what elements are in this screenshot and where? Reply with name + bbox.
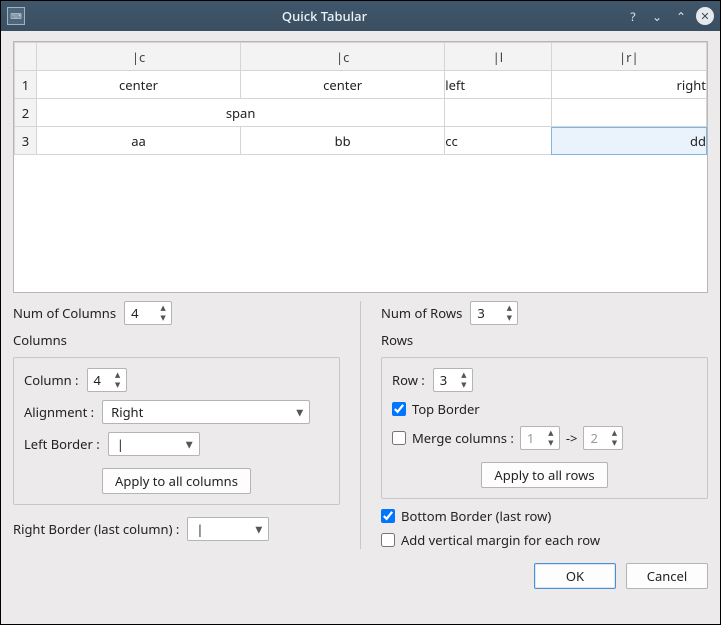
spin-down-icon[interactable]: ▼ [112, 380, 124, 390]
left-border-combo[interactable]: | ▼ [108, 432, 200, 456]
chevron-down-icon: ▼ [255, 523, 262, 536]
dialog-window: ⌨ Quick Tabular ? ⌄ ⌃ ✕ |c |c |l [0, 0, 721, 625]
spin-down-icon[interactable]: ▼ [157, 313, 169, 323]
spin-up-icon[interactable]: ▲ [608, 428, 620, 438]
top-border-check-input[interactable] [392, 402, 406, 416]
vertical-separator [360, 301, 361, 549]
table-row: 1centercenterleftright [15, 71, 707, 99]
dialog-footer: OK Cancel [13, 557, 708, 589]
spin-down-icon[interactable]: ▼ [545, 438, 557, 448]
table-cell[interactable] [445, 99, 551, 127]
window-buttons: ? ⌄ ⌃ ✕ [624, 7, 714, 25]
table-cell[interactable]: center [37, 71, 241, 99]
chevron-down-icon: ▼ [296, 406, 303, 419]
rows-group-title: Rows [381, 331, 708, 349]
apply-all-columns-button[interactable]: Apply to all columns [102, 468, 251, 494]
cancel-button[interactable]: Cancel [626, 563, 708, 589]
table-row: 3aabbccdd [15, 127, 707, 155]
table-cell[interactable]: bb [241, 127, 445, 155]
merge-arrow-label: -> [566, 429, 578, 447]
column-index-spinbox[interactable]: 4 ▲▼ [87, 368, 127, 392]
row-index-spinbox[interactable]: 3 ▲▼ [433, 368, 473, 392]
spin-up-icon[interactable]: ▲ [458, 370, 470, 380]
rows-groupbox: Row : 3 ▲▼ Top Border Merge columns : [381, 357, 708, 499]
corner-header[interactable] [15, 43, 37, 71]
columns-groupbox: Column : 4 ▲▼ Alignment : Right ▼ [13, 357, 340, 505]
spin-up-icon[interactable]: ▲ [157, 303, 169, 313]
row-index-label: Row : [392, 371, 425, 389]
table-cell[interactable]: span [37, 99, 445, 127]
spin-down-icon[interactable]: ▼ [608, 438, 620, 448]
vertical-margin-check-input[interactable] [381, 533, 395, 547]
close-button[interactable]: ✕ [696, 7, 714, 25]
spin-up-icon[interactable]: ▲ [503, 303, 515, 313]
columns-group-title: Columns [13, 331, 340, 349]
row-header[interactable]: 2 [15, 99, 37, 127]
right-border-combo[interactable]: | ▼ [187, 517, 269, 541]
col-header[interactable]: |r| [551, 43, 706, 71]
chevron-down-icon: ▼ [186, 438, 193, 451]
table-cell[interactable]: aa [37, 127, 241, 155]
table-cell[interactable]: right [551, 71, 706, 99]
apply-all-rows-button[interactable]: Apply to all rows [481, 462, 607, 488]
merge-columns-check-input[interactable] [392, 431, 406, 445]
maximize-button[interactable]: ⌃ [672, 7, 690, 25]
table-row: 2span [15, 99, 707, 127]
table-cell[interactable]: dd [551, 127, 706, 155]
num-rows-label: Num of Rows [381, 304, 462, 322]
column-index-label: Column : [24, 371, 79, 389]
table-cell[interactable]: left [445, 71, 551, 99]
dialog-content: |c |c |l |r| 1centercenterleftright2span… [1, 31, 720, 624]
table-cell[interactable] [551, 99, 706, 127]
row-header[interactable]: 1 [15, 71, 37, 99]
table-cell[interactable]: center [241, 71, 445, 99]
merge-to-spinbox[interactable]: 2 ▲▼ [583, 426, 623, 450]
titlebar: ⌨ Quick Tabular ? ⌄ ⌃ ✕ [1, 1, 720, 31]
bottom-border-checkbox[interactable]: Bottom Border (last row) [381, 507, 708, 525]
app-icon: ⌨ [7, 7, 25, 25]
merge-columns-checkbox[interactable]: Merge columns : 1 ▲▼ -> 2 ▲▼ [392, 426, 697, 450]
spin-down-icon[interactable]: ▼ [458, 380, 470, 390]
ok-button[interactable]: OK [534, 563, 616, 589]
header-row: |c |c |l |r| [15, 43, 707, 71]
vertical-margin-checkbox[interactable]: Add vertical margin for each row [381, 531, 708, 549]
merge-from-spinbox[interactable]: 1 ▲▼ [520, 426, 560, 450]
spin-down-icon[interactable]: ▼ [503, 313, 515, 323]
window-title: Quick Tabular [25, 7, 624, 25]
form-area: Num of Columns 4 ▲▼ Columns Column : 4 ▲… [13, 301, 708, 549]
num-columns-label: Num of Columns [13, 304, 116, 322]
bottom-border-check-input[interactable] [381, 509, 395, 523]
spin-up-icon[interactable]: ▲ [545, 428, 557, 438]
left-border-label: Left Border : [24, 435, 100, 453]
col-header[interactable]: |l [445, 43, 551, 71]
help-button[interactable]: ? [624, 7, 642, 25]
right-border-label: Right Border (last column) : [13, 520, 179, 538]
alignment-combo[interactable]: Right ▼ [102, 400, 310, 424]
num-rows-spinbox[interactable]: 3 ▲▼ [470, 301, 518, 325]
col-header[interactable]: |c [37, 43, 241, 71]
spin-up-icon[interactable]: ▲ [112, 370, 124, 380]
top-border-checkbox[interactable]: Top Border [392, 400, 697, 418]
num-columns-spinbox[interactable]: 4 ▲▼ [124, 301, 172, 325]
minimize-button[interactable]: ⌄ [648, 7, 666, 25]
preview-table: |c |c |l |r| 1centercenterleftright2span… [14, 42, 707, 155]
columns-panel: Num of Columns 4 ▲▼ Columns Column : 4 ▲… [13, 301, 340, 549]
alignment-label: Alignment : [24, 403, 94, 421]
rows-panel: Num of Rows 3 ▲▼ Rows Row : 3 ▲▼ [381, 301, 708, 549]
col-header[interactable]: |c [241, 43, 445, 71]
row-header[interactable]: 3 [15, 127, 37, 155]
table-preview[interactable]: |c |c |l |r| 1centercenterleftright2span… [13, 41, 708, 293]
table-cell[interactable]: cc [445, 127, 551, 155]
